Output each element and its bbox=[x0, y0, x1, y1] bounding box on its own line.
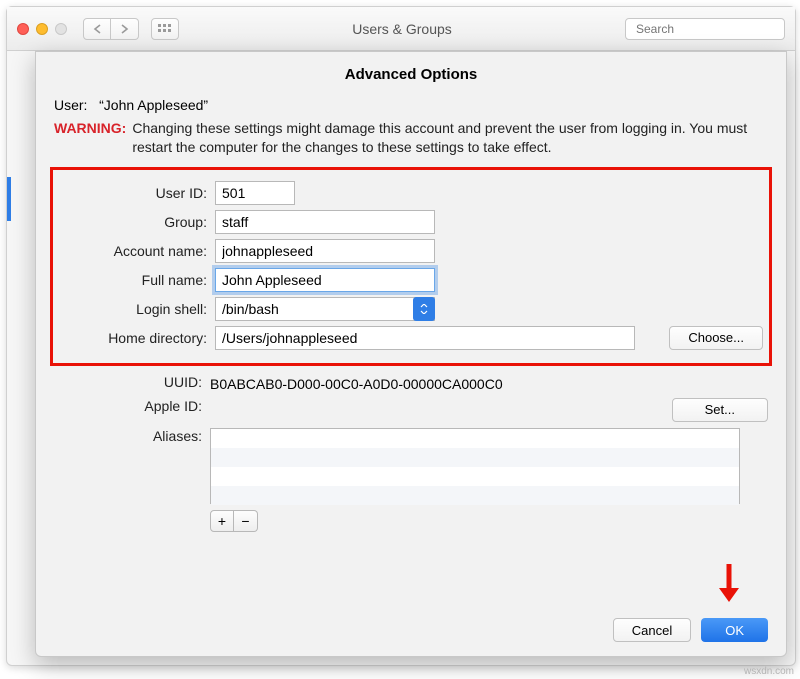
choose-button[interactable]: Choose... bbox=[669, 326, 763, 350]
sidebar-selection-indicator bbox=[7, 177, 11, 221]
user-row: User: “John Appleseed” bbox=[54, 97, 768, 113]
group-input[interactable] bbox=[215, 210, 435, 234]
watermark: wsxdn.com bbox=[744, 666, 794, 677]
user-id-input[interactable] bbox=[215, 181, 295, 205]
sheet-title: Advanced Options bbox=[54, 66, 768, 83]
login-shell-input[interactable] bbox=[215, 297, 435, 321]
warning-text: Changing these settings might damage thi… bbox=[132, 119, 768, 157]
aliases-add-remove: + − bbox=[210, 510, 768, 532]
login-shell-label: Login shell: bbox=[59, 301, 207, 317]
minimize-window-button[interactable] bbox=[36, 23, 48, 35]
chevron-left-icon bbox=[93, 24, 102, 34]
titlebar: Users & Groups bbox=[7, 7, 795, 51]
uuid-value: B0ABCAB0-D000-00C0-A0D0-00000CA000C0 bbox=[210, 374, 503, 392]
apple-id-label: Apple ID: bbox=[54, 398, 202, 414]
highlighted-fields-box: User ID: Group: Account name: Full name:… bbox=[50, 167, 772, 366]
traffic-lights bbox=[17, 23, 67, 35]
close-window-button[interactable] bbox=[17, 23, 29, 35]
window-title: Users & Groups bbox=[187, 21, 617, 37]
annotation-arrow-icon bbox=[716, 562, 742, 612]
search-input[interactable] bbox=[636, 22, 791, 36]
nav-buttons bbox=[83, 18, 139, 40]
footer-buttons: Cancel OK bbox=[613, 618, 768, 642]
account-name-input[interactable] bbox=[215, 239, 435, 263]
login-shell-select[interactable] bbox=[215, 297, 435, 321]
cancel-button[interactable]: Cancel bbox=[613, 618, 691, 642]
chevron-right-icon bbox=[120, 24, 129, 34]
zoom-window-button[interactable] bbox=[55, 23, 67, 35]
user-name: “John Appleseed” bbox=[99, 97, 208, 113]
full-name-label: Full name: bbox=[59, 272, 207, 288]
forward-button[interactable] bbox=[111, 18, 139, 40]
set-button[interactable]: Set... bbox=[672, 398, 768, 422]
grid-icon bbox=[158, 24, 172, 34]
account-name-label: Account name: bbox=[59, 243, 207, 259]
back-button[interactable] bbox=[83, 18, 111, 40]
home-dir-input[interactable] bbox=[215, 326, 635, 350]
group-label: Group: bbox=[59, 214, 207, 230]
add-alias-button[interactable]: + bbox=[210, 510, 234, 532]
uuid-label: UUID: bbox=[54, 374, 202, 390]
user-id-label: User ID: bbox=[59, 185, 207, 201]
chevron-down-icon[interactable] bbox=[413, 297, 435, 321]
aliases-list[interactable] bbox=[210, 428, 740, 504]
advanced-options-sheet: Advanced Options User: “John Appleseed” … bbox=[35, 51, 787, 657]
user-label: User: bbox=[54, 97, 87, 113]
warning-label: WARNING: bbox=[54, 119, 126, 157]
full-name-input[interactable] bbox=[215, 268, 435, 292]
search-field[interactable] bbox=[625, 18, 785, 40]
remove-alias-button[interactable]: − bbox=[234, 510, 258, 532]
aliases-label: Aliases: bbox=[54, 428, 202, 444]
system-prefs-window: Users & Groups Advanced Options User: “J… bbox=[6, 6, 796, 666]
ok-button[interactable]: OK bbox=[701, 618, 768, 642]
warning-block: WARNING: Changing these settings might d… bbox=[54, 119, 768, 157]
home-dir-label: Home directory: bbox=[59, 330, 207, 346]
show-all-button[interactable] bbox=[151, 18, 179, 40]
